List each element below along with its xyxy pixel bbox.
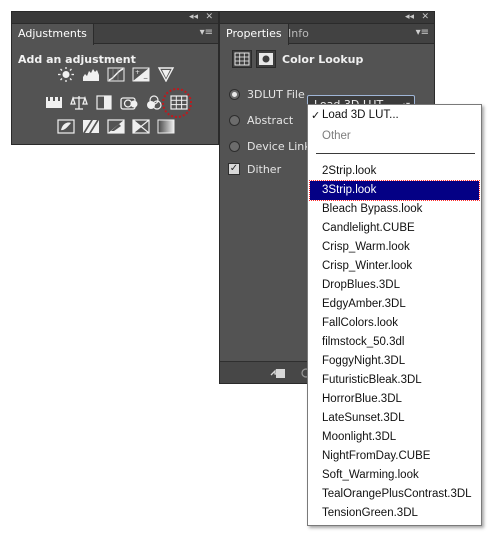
close-icon[interactable]: ✕	[205, 11, 213, 23]
close-icon[interactable]: ✕	[421, 11, 429, 23]
collapse-icon[interactable]: ◂◂	[189, 11, 198, 23]
svg-text:−: −	[143, 75, 148, 82]
collapse-icon[interactable]: ◂◂	[405, 11, 414, 23]
layer-mask-icon[interactable]	[256, 50, 276, 68]
radio-abstract[interactable]	[229, 115, 240, 126]
vibrance-icon[interactable]	[157, 67, 175, 82]
menu-item-lut-preset[interactable]: FuturisticBleak.3DL	[322, 374, 422, 386]
menu-item-lut-preset[interactable]: Moonlight.3DL	[322, 431, 396, 443]
lut-dropdown-menu: ✓ Load 3D LUT... Other 2Strip.look 3Strip…	[307, 104, 482, 526]
channel-mixer-icon[interactable]	[145, 95, 163, 110]
menu-item-lut-preset[interactable]: Crisp_Winter.look	[322, 260, 412, 272]
menu-item-lut-preset[interactable]: FallColors.look	[322, 317, 398, 329]
menu-item-lut-preset[interactable]: 3Strip.look	[322, 184, 376, 196]
menu-separator	[316, 153, 475, 154]
exposure-icon[interactable]: + −	[132, 67, 150, 82]
color-lookup-adjustment-icon	[232, 50, 252, 68]
menu-item-lut-preset[interactable]: EdgyAmber.3DL	[322, 298, 406, 310]
dither-checkbox[interactable]: ✓	[228, 163, 240, 175]
posterize-icon[interactable]	[82, 119, 100, 134]
brightness-contrast-icon[interactable]	[57, 67, 75, 82]
gradient-map-icon[interactable]	[157, 119, 175, 134]
menu-item-lut-preset[interactable]: 2Strip.look	[322, 165, 376, 177]
selective-color-icon[interactable]	[132, 119, 150, 134]
radio-device-link-label: Device Link	[247, 140, 311, 153]
check-icon: ✓	[311, 110, 321, 122]
menu-item-lut-preset[interactable]: TealOrangePlusContrast.3DL	[322, 488, 472, 500]
clip-to-layer-icon[interactable]	[270, 367, 286, 379]
radio-device-link[interactable]	[229, 141, 240, 152]
threshold-icon[interactable]	[107, 119, 125, 134]
radio-abstract-label: Abstract	[247, 114, 294, 127]
properties-tabbar: Properties Info	[220, 24, 434, 45]
color-balance-icon[interactable]	[70, 95, 88, 110]
adjustments-panel-topbar: ◂◂ ✕	[12, 12, 218, 24]
menu-item-lut-preset[interactable]: Soft_Warming.look	[322, 469, 419, 481]
levels-icon[interactable]	[82, 67, 100, 82]
radio-3dlut-file-label: 3DLUT File	[247, 88, 305, 101]
panel-menu-icon[interactable]: ▾≡	[416, 27, 429, 39]
menu-item-lut-preset[interactable]: LateSunset.3DL	[322, 412, 404, 424]
color-lookup-highlight-ring	[162, 88, 192, 118]
svg-text:+: +	[135, 69, 140, 76]
panel-title: Color Lookup	[282, 53, 364, 66]
menu-item-lut-preset[interactable]: filmstock_50.3dl	[322, 336, 404, 348]
menu-item-load-3d-lut[interactable]: Load 3D LUT...	[322, 109, 399, 121]
photo-filter-icon[interactable]	[120, 95, 138, 110]
menu-item-lut-preset[interactable]: DropBlues.3DL	[322, 279, 400, 291]
black-white-icon[interactable]	[95, 95, 113, 110]
curves-icon[interactable]	[107, 67, 125, 82]
hue-saturation-icon[interactable]	[45, 95, 63, 110]
invert-icon[interactable]	[57, 119, 75, 134]
add-adjustment-heading: Add an adjustment	[18, 53, 136, 66]
panel-menu-icon[interactable]: ▾≡	[200, 27, 213, 39]
dither-label: Dither	[247, 163, 282, 176]
tab-info[interactable]: Info	[282, 24, 315, 44]
menu-item-lut-preset[interactable]: TensionGreen.3DL	[322, 507, 418, 519]
menu-item-other[interactable]: Other	[322, 130, 351, 142]
adjustments-panel: ◂◂ ✕ Adjustments ▾≡ Add an adjustment + −	[11, 11, 219, 145]
menu-item-lut-preset[interactable]: HorrorBlue.3DL	[322, 393, 402, 405]
menu-item-lut-preset[interactable]: Candlelight.CUBE	[322, 222, 415, 234]
menu-item-lut-preset[interactable]: Bleach Bypass.look	[322, 203, 422, 215]
radio-3dlut-file[interactable]	[229, 89, 240, 100]
tab-adjustments[interactable]: Adjustments	[12, 24, 94, 45]
menu-item-lut-preset[interactable]: NightFromDay.CUBE	[322, 450, 430, 462]
adjustments-tabbar: Adjustments	[12, 24, 218, 45]
properties-panel-topbar: ◂◂ ✕	[220, 12, 434, 24]
menu-item-lut-preset[interactable]: FoggyNight.3DL	[322, 355, 405, 367]
menu-item-lut-preset[interactable]: Crisp_Warm.look	[322, 241, 410, 253]
tab-properties[interactable]: Properties	[220, 24, 289, 45]
